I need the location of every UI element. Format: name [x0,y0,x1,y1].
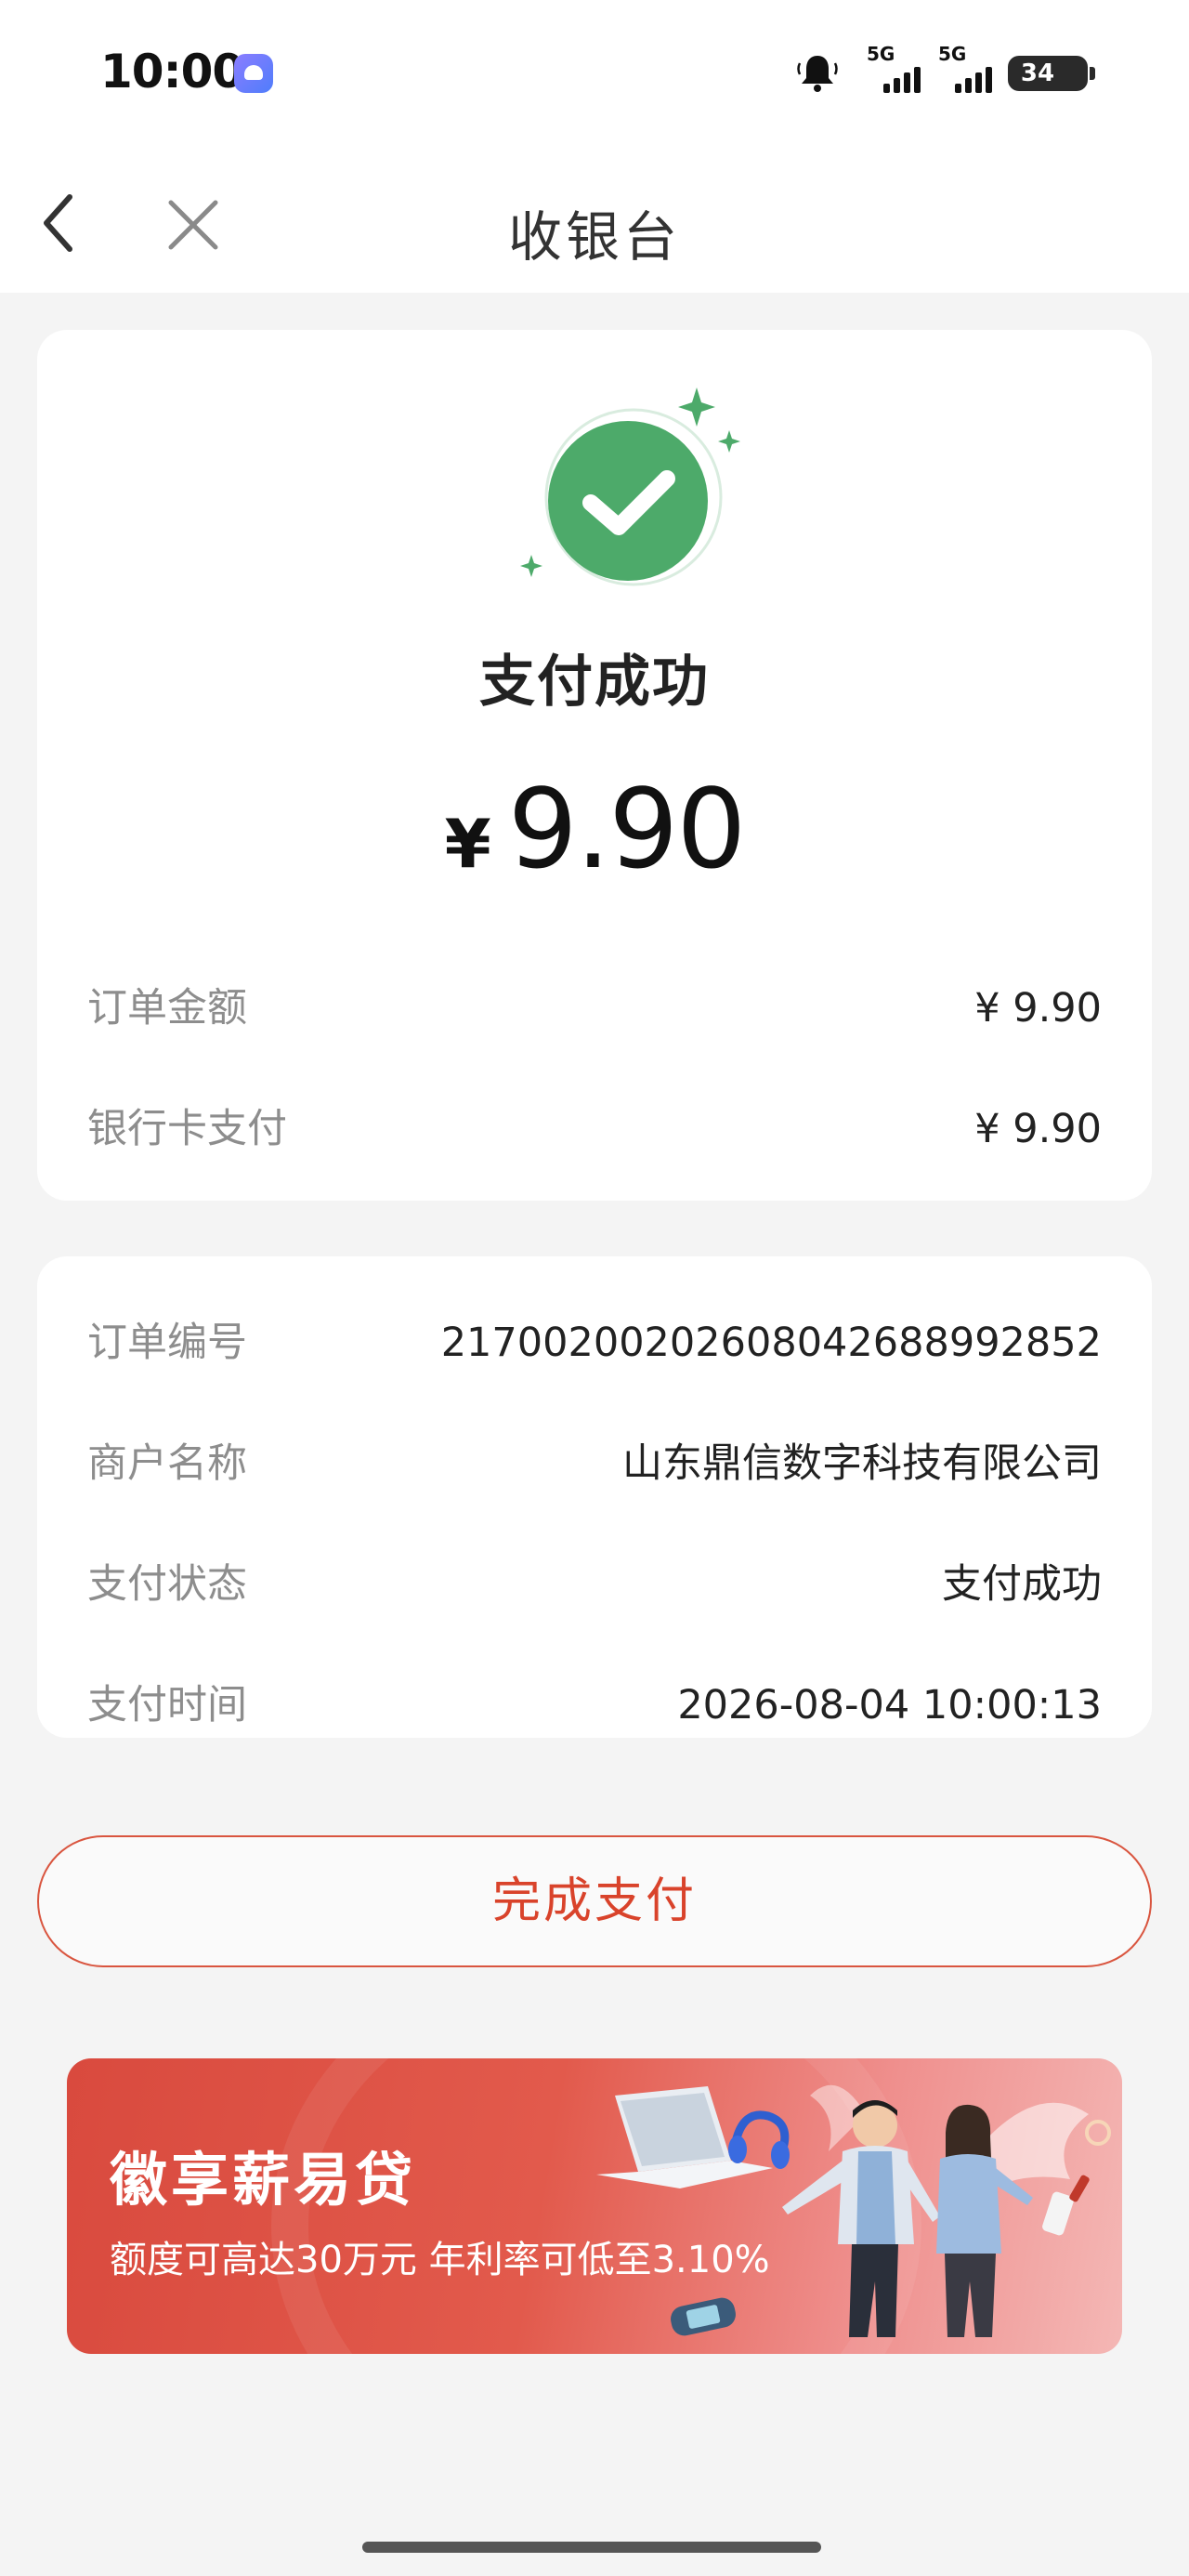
status-icons: 5G 5G 34 [794,43,1101,102]
battery-icon: 34 [1008,56,1095,91]
row-label: 订单金额 [87,985,247,1032]
row-label: 支付状态 [87,1561,247,1608]
home-indicator[interactable] [362,2542,821,2553]
status-bar: 10:00 5G 5G 34 [0,0,1189,149]
currency-symbol: ¥ [444,805,491,883]
banner-illustration [596,2084,1111,2337]
nav-bar: 收银台 [0,149,1189,293]
battery-level: 34 [1020,59,1055,87]
complete-payment-button[interactable]: 完成支付 [37,1835,1152,1967]
page-title: 收银台 [507,205,681,269]
payment-amount: ¥9.90 [37,765,1152,893]
row-value: ¥ 9.90 [974,1106,1102,1152]
signal-icon-1: 5G [867,43,932,99]
row-label: 订单编号 [87,1320,247,1366]
loan-promo-banner[interactable]: 徽享薪易贷 额度可高达30万元 年利率可低至3.10% [67,2058,1122,2354]
row-value: 支付成功 [942,1561,1102,1608]
network-type-2: 5G [938,43,967,65]
app-notification-icon [234,54,273,93]
summary-row-order-amount: 订单金额 ¥ 9.90 [87,976,1102,1041]
laptop-icon [596,2086,773,2188]
amount-value: 9.90 [507,765,747,893]
row-label: 支付时间 [87,1682,247,1728]
check-circle-icon [520,388,740,586]
banner-title: 徽享薪易贷 [110,2146,417,2214]
row-value: 山东鼎信数字科技有限公司 [622,1440,1102,1487]
network-type-1: 5G [867,43,895,65]
headphones-icon [728,2110,790,2169]
status-time: 10:00 [100,45,244,99]
bell-icon [797,56,838,92]
row-label: 银行卡支付 [87,1106,287,1152]
payment-status-title: 支付成功 [479,650,710,715]
row-value: 2026-08-04 10:00:13 [677,1682,1102,1728]
row-label: 商户名称 [87,1440,247,1487]
summary-row-card-payment: 银行卡支付 ¥ 9.90 [87,1097,1102,1162]
payment-result-card: 支付成功 ¥9.90 订单金额 ¥ 9.90 银行卡支付 ¥ 9.90 [37,330,1152,1201]
order-detail-card: 订单编号 21700200202608042688992852 商户名称 山东鼎… [37,1256,1152,1738]
detail-row-time: 支付时间 2026-08-04 10:00:13 [87,1673,1102,1738]
row-value: ¥ 9.90 [974,985,1102,1032]
detail-row-order-number: 订单编号 21700200202608042688992852 [87,1310,1102,1375]
detail-row-status: 支付状态 支付成功 [87,1552,1102,1617]
man-figure [782,2100,940,2337]
detail-row-merchant: 商户名称 山东鼎信数字科技有限公司 [87,1431,1102,1496]
row-value: 21700200202608042688992852 [440,1320,1102,1366]
signal-icon-2: 5G [938,43,1003,99]
